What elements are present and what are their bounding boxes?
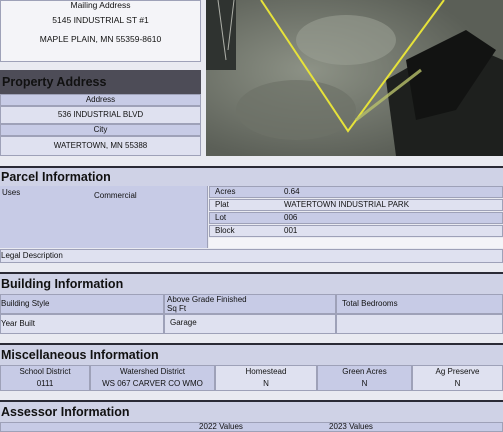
legal-description-label: Legal Description <box>1 251 63 260</box>
lot-value: 006 <box>284 213 298 222</box>
ag-preserve-value: N <box>454 379 461 388</box>
parcel-uses-panel: Uses Commercial <box>0 186 208 248</box>
building-style-cell: Building Style <box>0 294 164 314</box>
ag-preserve-label: Ag Preserve <box>435 367 480 376</box>
building-style-label: Building Style <box>1 299 50 308</box>
homestead-value: N <box>263 379 269 388</box>
property-address-row: 536 INDUSTRIAL BLVD <box>0 106 201 124</box>
property-address-header: Property Address <box>0 70 201 94</box>
total-bedrooms-label: Total Bedrooms <box>342 299 398 308</box>
uses-label: Uses <box>2 188 21 197</box>
property-city-label-row: City <box>0 124 201 136</box>
plat-value: WATERTOWN INDUSTRIAL PARK <box>284 200 410 209</box>
acres-row: Acres 0.64 <box>209 186 503 198</box>
property-address-value: 536 INDUSTRIAL BLVD <box>57 110 144 119</box>
garage-cell: Garage <box>164 314 336 334</box>
parcel-information-header: Parcel Information <box>0 166 503 186</box>
year-built-label: Year Built <box>1 319 35 328</box>
watershed-label: Watershed District <box>119 367 186 376</box>
acres-label: Acres <box>215 187 236 196</box>
homestead-cell: Homestead N <box>215 365 317 391</box>
assessor-column-row: 2022 Values 2023 Values <box>0 422 503 432</box>
building-empty-cell <box>336 314 503 334</box>
school-district-cell: School District 0111 <box>0 365 90 391</box>
total-bedrooms-cell: Total Bedrooms <box>336 294 503 314</box>
year-built-cell: Year Built <box>0 314 164 334</box>
property-address-label: Address <box>85 95 116 104</box>
mailing-address-label: Mailing Address <box>70 0 131 10</box>
aerial-map[interactable] <box>206 0 503 156</box>
green-acres-cell: Green Acres N <box>317 365 412 391</box>
mailing-address-panel: Mailing Address 5145 INDUSTRIAL ST #1 MA… <box>0 0 201 62</box>
property-address-label-row: Address <box>0 94 201 106</box>
plat-row: Plat WATERTOWN INDUSTRIAL PARK <box>209 199 503 211</box>
ag-preserve-cell: Ag Preserve N <box>412 365 503 391</box>
plat-label: Plat <box>215 200 229 209</box>
above-grade-cell: Above Grade Finished Sq Ft <box>164 294 336 314</box>
above-grade-label: Above Grade Finished Sq Ft <box>167 295 247 313</box>
garage-label: Garage <box>170 318 197 327</box>
assessor-col1-label: 2022 Values <box>199 422 243 431</box>
property-city-row: WATERTOWN, MN 55388 <box>0 136 201 156</box>
watershed-cell: Watershed District WS 067 CARVER CO WMO <box>90 365 215 391</box>
green-acres-value: N <box>361 379 368 388</box>
assessor-information-header: Assessor Information <box>0 400 503 422</box>
assessor-col2-label: 2023 Values <box>329 422 373 431</box>
uses-value: Commercial <box>94 191 137 200</box>
green-acres-label: Green Acres <box>342 367 387 376</box>
school-district-label: School District <box>19 367 71 376</box>
watershed-value: WS 067 CARVER CO WMO <box>102 379 203 388</box>
block-row: Block 001 <box>209 225 503 237</box>
mailing-street: 5145 INDUSTRIAL ST #1 <box>52 15 149 25</box>
school-district-value: 0111 <box>36 379 54 388</box>
homestead-label: Homestead <box>245 367 287 376</box>
property-city-label: City <box>93 125 108 134</box>
lot-row: Lot 006 <box>209 212 503 224</box>
block-spacer <box>209 238 503 248</box>
acres-value: 0.64 <box>284 187 300 196</box>
block-label: Block <box>215 226 235 235</box>
mailing-city: MAPLE PLAIN, MN 55359-8610 <box>39 34 162 44</box>
property-city-value: WATERTOWN, MN 55388 <box>53 141 148 150</box>
lot-label: Lot <box>215 213 227 222</box>
building-information-header: Building Information <box>0 272 503 294</box>
aerial-map-image <box>206 0 503 156</box>
legal-description-row: Legal Description <box>0 249 503 263</box>
block-value: 001 <box>284 226 298 235</box>
misc-information-header: Miscellaneous Information <box>0 343 503 365</box>
